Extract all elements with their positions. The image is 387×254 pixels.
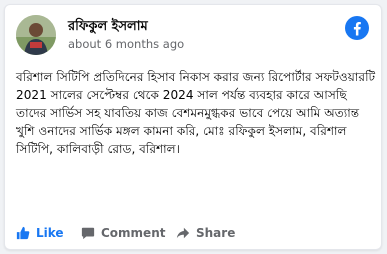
like-button[interactable]: Like	[16, 222, 64, 244]
share-label: Share	[196, 226, 236, 240]
like-label: Like	[36, 226, 64, 240]
facebook-logo-icon[interactable]	[345, 16, 369, 40]
post-header: রফিকুল ইসলাম about 6 months ago	[16, 15, 371, 59]
post-actions: Like Comment Share	[16, 222, 371, 244]
avatar-photo	[16, 15, 56, 55]
post-body: বরিশাল সিটিপি প্রতিদিনের হিসাব নিকাস করা…	[16, 70, 376, 156]
review-card: রফিকুল ইসলাম about 6 months ago বরিশাল স…	[4, 4, 382, 250]
share-button[interactable]: Share	[176, 222, 235, 244]
comment-button[interactable]: Comment	[81, 222, 165, 244]
speech-bubble-icon	[81, 227, 95, 240]
author-name[interactable]: রফিকুল ইসলাম	[68, 17, 148, 38]
thumbs-up-icon	[16, 226, 30, 240]
share-arrow-icon	[176, 227, 190, 239]
avatar[interactable]	[16, 15, 56, 55]
comment-label: Comment	[101, 226, 166, 240]
post-timestamp: about 6 months ago	[68, 37, 185, 51]
